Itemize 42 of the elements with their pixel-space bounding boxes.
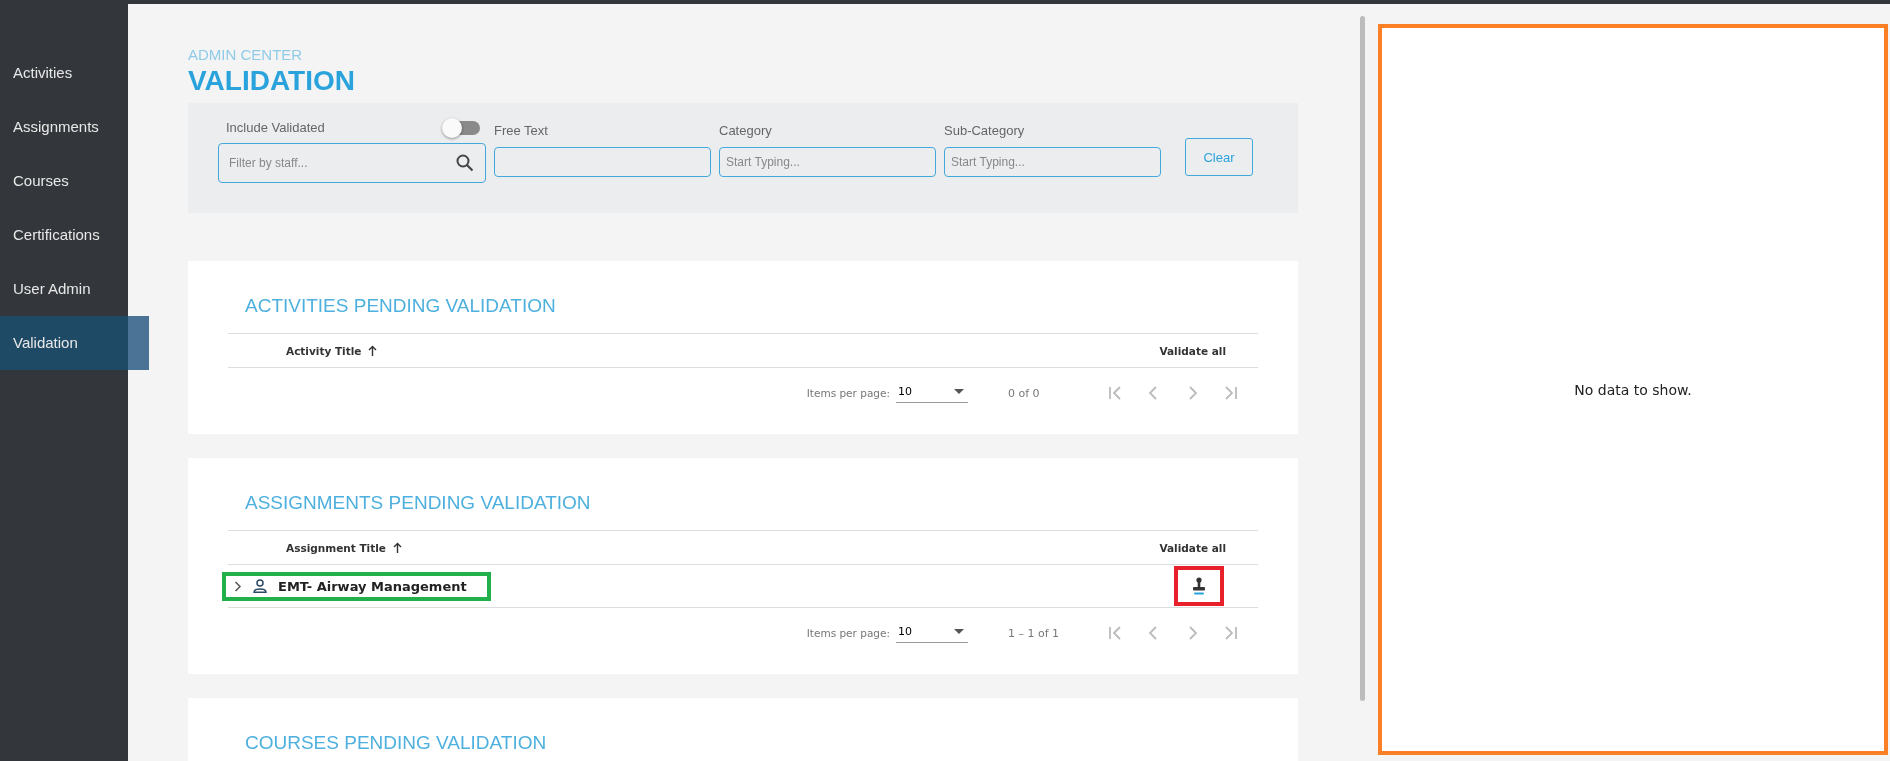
chevron-icon[interactable] — [234, 580, 242, 592]
dropdown-caret-icon — [954, 629, 964, 634]
sort-arrow-icon — [368, 345, 378, 356]
column-header: Validate all — [1159, 344, 1226, 357]
section-title: ASSIGNMENTS PENDING VALIDATION — [245, 492, 592, 514]
sidebar-item[interactable]: Assignments — [0, 100, 128, 154]
sidebar-item[interactable]: Courses — [0, 154, 128, 208]
staff-search-field[interactable]: Filter by staff... — [218, 143, 486, 183]
input-field[interactable]: Start Typing... — [719, 147, 936, 177]
field-label: Category — [719, 123, 773, 138]
sidebar-item[interactable]: Validation — [0, 316, 149, 370]
dropdown-caret-icon — [954, 389, 964, 394]
toggle-switch[interactable] — [444, 120, 480, 135]
page-size-select[interactable]: 10 — [896, 383, 968, 403]
column-header: Validate all — [1159, 541, 1226, 554]
sort-arrow-icon — [392, 542, 402, 553]
person-icon — [253, 579, 267, 593]
items-per-page-label: Items per page: — [806, 627, 890, 639]
field-label: Sub-Category — [944, 123, 1026, 138]
assignment-title: EMT- Airway Management — [278, 578, 467, 594]
empty-message: No data to show. — [1574, 381, 1692, 398]
stamp-icon — [1192, 577, 1206, 595]
input-field[interactable] — [494, 147, 711, 177]
column-header[interactable]: Activity Title — [286, 344, 378, 357]
page-range: 0 of 0 — [1008, 386, 1041, 400]
page-title: VALIDATION — [188, 65, 356, 97]
toggle-label: Include Validated — [226, 120, 325, 135]
page-size-select[interactable]: 10 — [896, 623, 968, 643]
column-header[interactable]: Assignment Title — [286, 541, 402, 554]
items-per-page-label: Items per page: — [806, 387, 890, 399]
section-title: ACTIVITIES PENDING VALIDATION — [245, 295, 557, 317]
sidebar-item[interactable]: Activities — [0, 46, 128, 100]
breadcrumb: ADMIN CENTER — [188, 46, 304, 63]
stamp-button[interactable] — [1174, 566, 1224, 606]
scrollbar[interactable] — [1360, 16, 1365, 701]
sidebar-item[interactable]: Certifications — [0, 208, 128, 262]
field-label: Free Text — [494, 123, 549, 138]
section-title: COURSES PENDING VALIDATION — [245, 732, 548, 754]
input-field[interactable]: Start Typing... — [944, 147, 1161, 177]
page-range: 1 – 1 of 1 — [1008, 626, 1061, 640]
sidebar-item[interactable]: User Admin — [0, 262, 128, 316]
search-icon — [456, 154, 474, 172]
